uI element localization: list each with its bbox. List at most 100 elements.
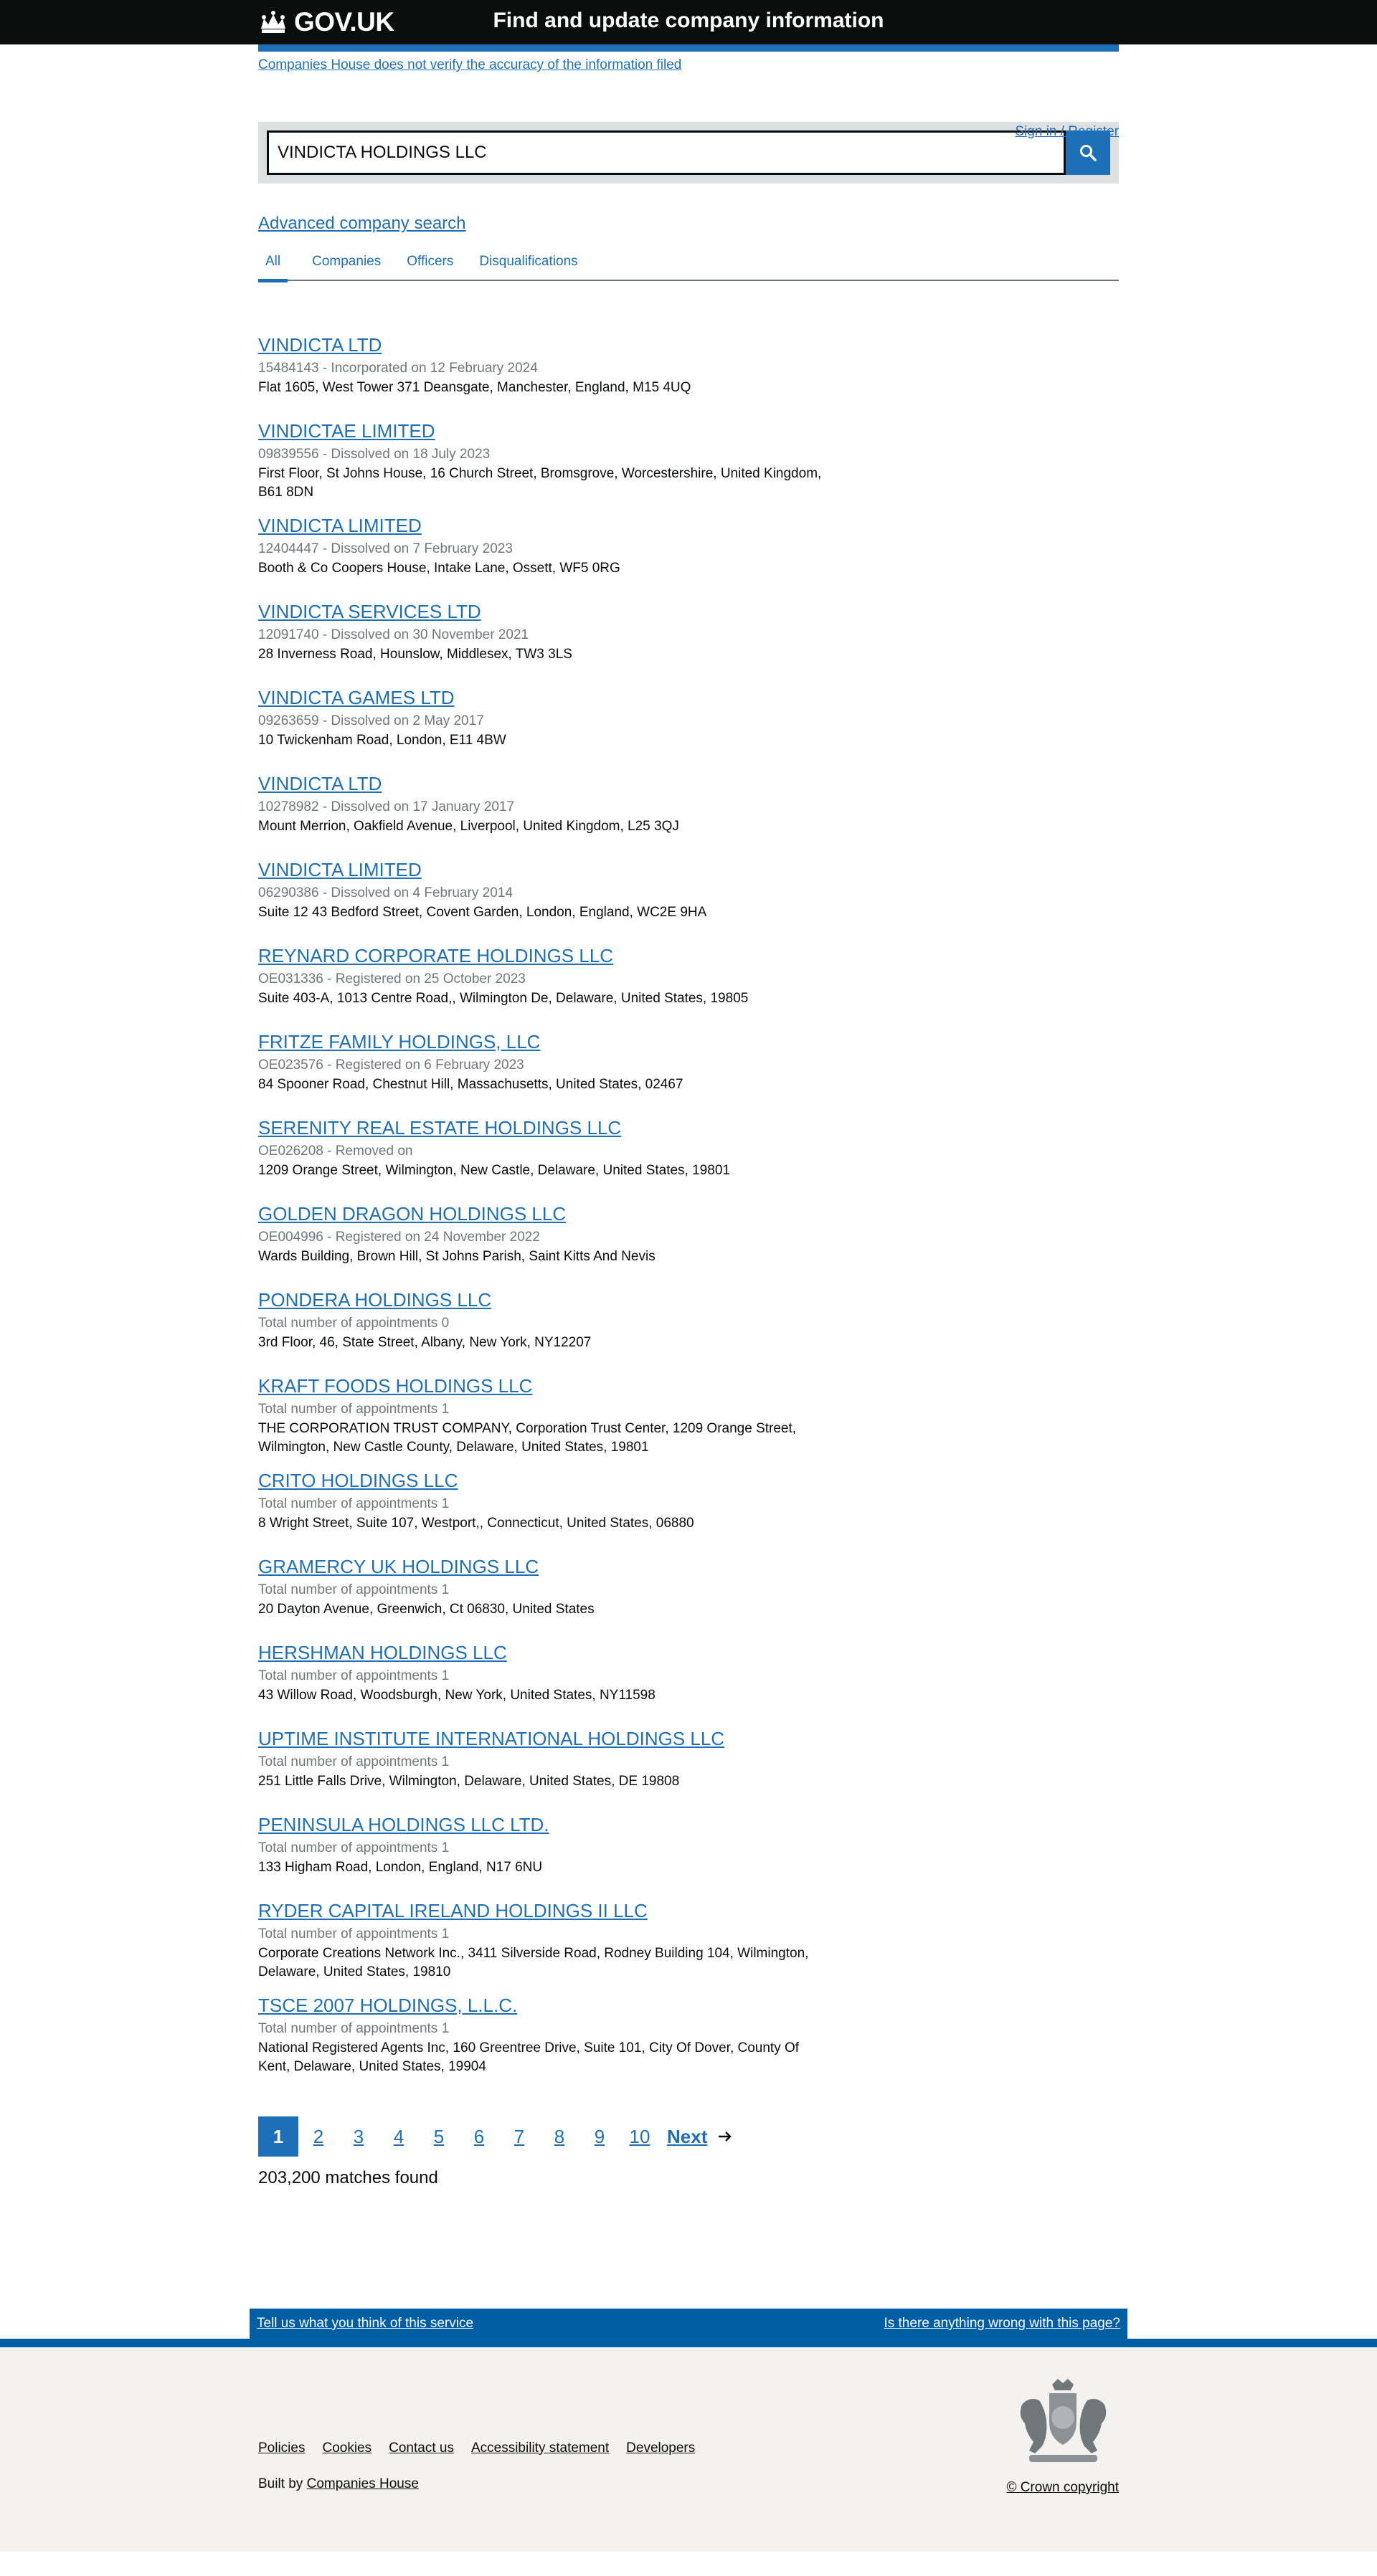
result-item: VINDICTA LIMITED 06290386 - Dissolved on … xyxy=(258,857,832,932)
page-link-8[interactable]: 8 xyxy=(539,2116,579,2157)
result-meta: OE026208 - Removed on xyxy=(258,1144,413,1159)
result-item: SERENITY REAL ESTATE HOLDINGS LLC OE02620… xyxy=(258,1116,832,1190)
result-item: VINDICTA SERVICES LTD 12091740 - Dissolve… xyxy=(258,599,832,674)
result-item: VINDICTA LIMITED 12404447 - Dissolved on … xyxy=(258,513,832,588)
result-title-link[interactable]: SERENITY REAL ESTATE HOLDINGS LLC xyxy=(258,1116,832,1140)
result-title-link[interactable]: REYNARD CORPORATE HOLDINGS LLC xyxy=(258,944,832,968)
companies-house-link[interactable]: Companies House xyxy=(307,2476,419,2491)
result-item: CRITO HOLDINGS LLC Total number of appoin… xyxy=(258,1468,832,1543)
result-item: GRAMERCY UK HOLDINGS LLC Total number of … xyxy=(258,1554,832,1629)
advanced-search-link[interactable]: Advanced company search xyxy=(258,214,1119,234)
result-meta: 09839556 - Dissolved on 18 July 2023 xyxy=(258,447,491,462)
sign-in-link[interactable]: Sign in / Register xyxy=(1015,124,1119,140)
footer-top-border xyxy=(0,2339,1377,2347)
next-page-link[interactable]: Next xyxy=(667,2126,733,2148)
result-item: VINDICTAE LIMITED 09839556 - Dissolved on… xyxy=(258,419,832,502)
result-title-link[interactable]: VINDICTAE LIMITED xyxy=(258,419,832,443)
page-link-5[interactable]: 5 xyxy=(419,2116,459,2157)
result-title-link[interactable]: VINDICTA LTD xyxy=(258,333,832,357)
result-title-link[interactable]: VINDICTA LIMITED xyxy=(258,857,832,882)
footer-link-contact[interactable]: Contact us xyxy=(389,2440,454,2456)
result-address: 8 Wright Street, Suite 107, Westport,, C… xyxy=(258,1516,694,1531)
result-meta: OE004996 - Registered on 24 November 202… xyxy=(258,1230,540,1245)
results-list: VINDICTA LTD 15484143 - Incorporated on 1… xyxy=(258,333,1119,2076)
result-item: VINDICTA LTD 10278982 - Dissolved on 17 J… xyxy=(258,771,832,846)
report-problem-link[interactable]: Is there anything wrong with this page? xyxy=(884,2316,1120,2332)
footer-links: Policies Cookies Contact us Accessibilit… xyxy=(258,2440,712,2456)
result-title-link[interactable]: HERSHMAN HOLDINGS LLC xyxy=(258,1640,832,1665)
crown-copyright-link[interactable]: © Crown copyright xyxy=(1006,2480,1119,2496)
result-meta: 09263659 - Dissolved on 2 May 2017 xyxy=(258,713,484,728)
page-link-1[interactable]: 1 xyxy=(258,2116,298,2157)
result-title-link[interactable]: TSCE 2007 HOLDINGS, L.L.C. xyxy=(258,1993,832,2017)
result-meta: Total number of appointments 1 xyxy=(258,1754,450,1769)
page-link-6[interactable]: 6 xyxy=(459,2116,499,2157)
tab-disqualifications[interactable]: Disqualifications xyxy=(479,247,577,281)
result-meta: 06290386 - Dissolved on 4 February 2014 xyxy=(258,885,513,900)
result-title-link[interactable]: KRAFT FOODS HOLDINGS LLC xyxy=(258,1374,832,1398)
result-meta: Total number of appointments 1 xyxy=(258,1668,450,1683)
result-title-link[interactable]: VINDICTA SERVICES LTD xyxy=(258,599,832,624)
result-title-link[interactable]: GRAMERCY UK HOLDINGS LLC xyxy=(258,1554,832,1579)
result-meta: OE023576 - Registered on 6 February 2023 xyxy=(258,1058,524,1073)
page-link-7[interactable]: 7 xyxy=(499,2116,539,2157)
result-item: HERSHMAN HOLDINGS LLC Total number of app… xyxy=(258,1640,832,1715)
page-link-3[interactable]: 3 xyxy=(339,2116,379,2157)
result-address: Flat 1605, West Tower 371 Deansgate, Man… xyxy=(258,380,691,395)
result-address: 1209 Orange Street, Wilmington, New Cast… xyxy=(258,1163,730,1178)
built-by: Built by Companies House xyxy=(258,2476,419,2492)
tab-companies[interactable]: Companies xyxy=(312,247,381,281)
result-item: PENINSULA HOLDINGS LLC LTD. Total number … xyxy=(258,1812,832,1887)
result-address: Corporate Creations Network Inc., 3411 S… xyxy=(258,1946,809,1979)
result-item: VINDICTA GAMES LTD 09263659 - Dissolved o… xyxy=(258,685,832,760)
result-address: First Floor, St Johns House, 16 Church S… xyxy=(258,466,822,500)
result-address: Wards Building, Brown Hill, St Johns Par… xyxy=(258,1249,656,1264)
page-link-9[interactable]: 9 xyxy=(579,2116,620,2157)
disclaimer-link[interactable]: Companies House does not verify the accu… xyxy=(258,57,1119,73)
page-link-2[interactable]: 2 xyxy=(298,2116,339,2157)
tab-officers[interactable]: Officers xyxy=(407,247,453,281)
result-title-link[interactable]: FRITZE FAMILY HOLDINGS, LLC xyxy=(258,1030,832,1054)
result-title-link[interactable]: VINDICTA GAMES LTD xyxy=(258,685,832,710)
result-title-link[interactable]: RYDER CAPITAL IRELAND HOLDINGS II LLC xyxy=(258,1898,832,1923)
result-title-link[interactable]: PENINSULA HOLDINGS LLC LTD. xyxy=(258,1812,832,1837)
result-title-link[interactable]: VINDICTA LIMITED xyxy=(258,513,832,538)
footer-link-accessibility[interactable]: Accessibility statement xyxy=(471,2440,609,2456)
site-header: GOV.UK Find and update company informati… xyxy=(0,0,1377,44)
page-link-4[interactable]: 4 xyxy=(379,2116,419,2157)
result-item: GOLDEN DRAGON HOLDINGS LLC OE004996 - Reg… xyxy=(258,1202,832,1276)
feedback-link[interactable]: Tell us what you think of this service xyxy=(257,2316,473,2332)
result-address: 10 Twickenham Road, London, E11 4BW xyxy=(258,733,506,748)
result-title-link[interactable]: VINDICTA LTD xyxy=(258,771,832,796)
result-item: REYNARD CORPORATE HOLDINGS LLC OE031336 -… xyxy=(258,944,832,1018)
result-meta: 12404447 - Dissolved on 7 February 2023 xyxy=(258,541,513,556)
search-input[interactable] xyxy=(267,130,1066,175)
tab-all[interactable]: All xyxy=(258,247,288,282)
result-item: PONDERA HOLDINGS LLC Total number of appo… xyxy=(258,1288,832,1362)
footer-link-cookies[interactable]: Cookies xyxy=(322,2440,372,2456)
result-address: Suite 12 43 Bedford Street, Covent Garde… xyxy=(258,905,707,920)
result-meta: Total number of appointments 1 xyxy=(258,2021,450,2036)
result-meta: Total number of appointments 1 xyxy=(258,1402,450,1417)
result-meta: 15484143 - Incorporated on 12 February 2… xyxy=(258,361,538,376)
search-form xyxy=(258,122,1119,184)
result-title-link[interactable]: GOLDEN DRAGON HOLDINGS LLC xyxy=(258,1202,832,1226)
result-title-link[interactable]: PONDERA HOLDINGS LLC xyxy=(258,1288,832,1312)
result-address: 84 Spooner Road, Chestnut Hill, Massachu… xyxy=(258,1077,683,1092)
result-address: 20 Dayton Avenue, Greenwich, Ct 06830, U… xyxy=(258,1602,595,1617)
footer-link-developers[interactable]: Developers xyxy=(626,2440,695,2456)
pagination: 1 2 3 4 5 6 7 8 9 10 Next xyxy=(258,2116,1119,2157)
result-meta: 10278982 - Dissolved on 17 January 2017 xyxy=(258,799,515,814)
royal-coat-of-arms-icon xyxy=(1020,2379,1107,2462)
result-meta: 12091740 - Dissolved on 30 November 2021 xyxy=(258,627,529,642)
result-title-link[interactable]: UPTIME INSTITUTE INTERNATIONAL HOLDINGS … xyxy=(258,1726,832,1751)
result-title-link[interactable]: CRITO HOLDINGS LLC xyxy=(258,1468,832,1493)
page-link-10[interactable]: 10 xyxy=(620,2116,660,2157)
footer-link-policies[interactable]: Policies xyxy=(258,2440,305,2456)
result-item: FRITZE FAMILY HOLDINGS, LLC OE023576 - Re… xyxy=(258,1030,832,1104)
result-meta: Total number of appointments 1 xyxy=(258,1926,450,1941)
result-address: Booth & Co Coopers House, Intake Lane, O… xyxy=(258,561,620,576)
service-name: Find and update company information xyxy=(493,9,884,32)
result-address: Suite 403-A, 1013 Centre Road,, Wilmingt… xyxy=(258,991,749,1006)
header-blue-bar xyxy=(258,44,1119,52)
